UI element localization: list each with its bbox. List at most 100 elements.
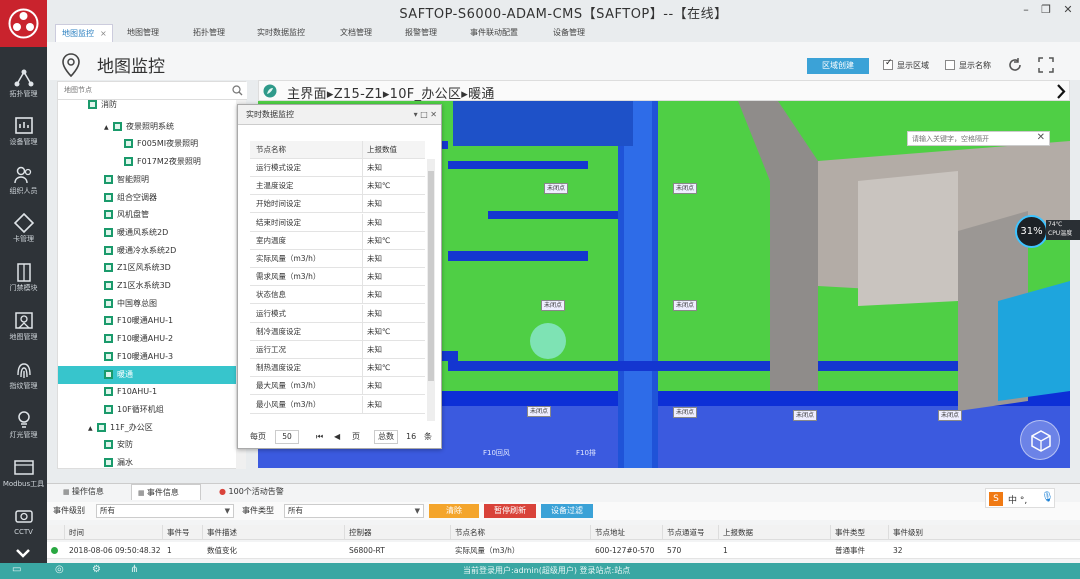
tree-item[interactable]: Z1区水系统3D	[58, 277, 236, 295]
map-marker[interactable]: 未闭点	[673, 407, 698, 418]
rail-item-people[interactable]: 组织人员	[0, 157, 47, 205]
tree-item[interactable]: 中国尊总图	[58, 295, 236, 313]
tab-map-manage[interactable]: 地图管理	[127, 24, 159, 42]
column-header[interactable]: 节点通道号	[667, 525, 705, 540]
tree-search-input[interactable]	[58, 82, 218, 98]
ime-widget[interactable]: S 中 °, 🎙	[985, 488, 1055, 508]
tree-item[interactable]: 暖通风系统2D	[58, 224, 236, 242]
tree-item[interactable]: 智能照明	[58, 171, 236, 189]
per-page-input[interactable]: 50	[275, 430, 299, 444]
column-header[interactable]: 事件描述	[207, 525, 237, 540]
popup-scrollbar[interactable]	[427, 159, 435, 421]
map-marker[interactable]: 未闭点	[793, 410, 818, 421]
tree-item[interactable]: F10AHU-1	[58, 383, 236, 401]
scene-search-input[interactable]	[908, 132, 1033, 145]
tree-item[interactable]: 10F循环机组	[58, 401, 236, 419]
tree-item[interactable]: Z1区风系统3D	[58, 259, 236, 277]
rail-item-device[interactable]: 设备管理	[0, 108, 47, 156]
tree-item[interactable]: 暖通冷水系统2D	[58, 242, 236, 260]
tab-map-monitor[interactable]: 地图监控 ×	[55, 24, 113, 42]
tree-item[interactable]: 暖通	[58, 365, 236, 384]
view-cube-icon[interactable]	[1020, 420, 1060, 460]
map-marker[interactable]: 未闭点	[938, 410, 963, 421]
refresh-icon[interactable]	[1007, 57, 1023, 73]
level-select[interactable]: 所有 ▼	[96, 504, 234, 518]
expand-toggle-icon[interactable]: ▲	[104, 119, 113, 137]
map-marker[interactable]: 未闭点	[673, 183, 698, 194]
tab-active-alarms[interactable]: ● 100个活动告警	[215, 484, 315, 500]
network-icon[interactable]: ⋔	[130, 564, 138, 575]
column-header[interactable]: 节点地址	[595, 525, 625, 540]
map-marker[interactable]: 未闭点	[673, 300, 698, 311]
tree-item[interactable]: F017M2夜景照明	[58, 153, 236, 171]
tree-item[interactable]: 组合空调器	[58, 189, 236, 207]
tree-item[interactable]: F10暖通AHU-2	[58, 330, 236, 348]
tree-item[interactable]: 安防	[58, 436, 236, 454]
screen-icon[interactable]: ▭	[12, 564, 21, 575]
rail-item-cctv[interactable]: CCTV	[0, 498, 47, 546]
rail-item-fingerprint[interactable]: 指纹管理	[0, 352, 47, 400]
map-marker[interactable]: 未闭点	[544, 183, 569, 194]
close-tab-icon[interactable]: ×	[100, 29, 107, 38]
tree-item[interactable]: ▲ 11F_办公区	[58, 419, 236, 437]
chevron-right-icon[interactable]	[1054, 83, 1068, 100]
popup-minimize-icon[interactable]: ▾	[414, 110, 418, 119]
type-select[interactable]: 所有 ▼	[284, 504, 424, 518]
tab-topology[interactable]: 拓扑管理	[193, 24, 225, 42]
popup-close-icon[interactable]: ✕	[430, 110, 437, 119]
column-header[interactable]: 事件号	[167, 525, 190, 540]
rail-item-modbus[interactable]: Modbus工具	[0, 450, 47, 498]
column-header[interactable]: 节点名称	[455, 525, 485, 540]
tab-alarm[interactable]: 报警管理	[405, 24, 437, 42]
column-header[interactable]: 事件级别	[893, 525, 923, 540]
rail-item-topology[interactable]: 拓扑管理	[0, 60, 47, 108]
tab-device[interactable]: 设备管理	[553, 24, 585, 42]
rail-item-card[interactable]: 卡管理	[0, 205, 47, 253]
fullscreen-icon[interactable]	[1038, 57, 1054, 73]
restore-icon[interactable]: ❐	[1038, 3, 1054, 17]
popup-restore-icon[interactable]: □	[420, 110, 428, 119]
target-icon[interactable]: ◎	[55, 564, 64, 575]
tree-item[interactable]: 漏水	[58, 454, 236, 472]
map-marker[interactable]: 未闭点	[527, 406, 552, 417]
device-filter-button[interactable]: 设备过滤	[541, 504, 593, 518]
tab-docs[interactable]: 文档管理	[340, 24, 372, 42]
table-row[interactable]: 2018-08-06 09:50:48.32 1 数值变化 S6800-RT 实际风量（…	[47, 542, 1080, 559]
tree-item[interactable]: 风机盘管	[58, 206, 236, 224]
tab-operation-info[interactable]: ▦ 操作信息	[55, 484, 119, 500]
tab-event-link[interactable]: 事件联动配置	[470, 24, 518, 42]
rail-item-door[interactable]: 门禁模块	[0, 254, 47, 302]
clear-button[interactable]: 清除	[429, 504, 479, 518]
close-icon[interactable]: ✕	[1060, 3, 1076, 17]
chevron-down-icon[interactable]	[15, 546, 31, 560]
prev-page-icon[interactable]: ◀	[334, 429, 340, 445]
map-marker[interactable]: 未闭点	[541, 300, 566, 311]
search-icon[interactable]	[232, 85, 243, 96]
expand-toggle-icon[interactable]: ▲	[88, 420, 97, 438]
tab-event-info[interactable]: ▦ 事件信息	[131, 484, 201, 500]
column-header[interactable]: 事件类型	[835, 525, 865, 540]
column-header[interactable]: 上报数据	[723, 525, 753, 540]
show-name-checkbox[interactable]	[945, 60, 955, 70]
tree-item[interactable]: F005MI夜景照明	[58, 135, 236, 153]
tree-item[interactable]: F10暖通AHU-1	[58, 312, 236, 330]
column-header[interactable]: 控制器	[349, 525, 372, 540]
tree-item[interactable]: 消防	[58, 100, 236, 109]
clear-icon[interactable]: ✕	[1037, 132, 1045, 143]
table-row: 制热温度设定 未知℃	[250, 359, 425, 378]
minimize-icon[interactable]: –	[1018, 3, 1034, 17]
show-region-checkbox[interactable]: ✓	[883, 58, 893, 70]
rail-item-light[interactable]: 灯光管理	[0, 401, 47, 449]
settings-icon[interactable]: ⚙	[92, 564, 101, 575]
region-create-button[interactable]: 区域创建	[807, 58, 869, 74]
pause-refresh-button[interactable]: 暂停刷新	[484, 504, 536, 518]
scroll-thumb[interactable]	[428, 171, 434, 381]
column-header[interactable]: 时间	[69, 525, 84, 540]
tab-realtime[interactable]: 实时数据监控	[257, 24, 305, 42]
rail-item-map[interactable]: 地图管理	[0, 303, 47, 351]
rail-label: CCTV	[14, 528, 33, 536]
tree-item[interactable]: F10暖通AHU-3	[58, 348, 236, 366]
mic-icon[interactable]: 🎙	[1041, 492, 1054, 503]
first-page-icon[interactable]: ⏮	[316, 429, 323, 445]
tree-item[interactable]: ▲ 夜景照明系统	[58, 118, 236, 136]
